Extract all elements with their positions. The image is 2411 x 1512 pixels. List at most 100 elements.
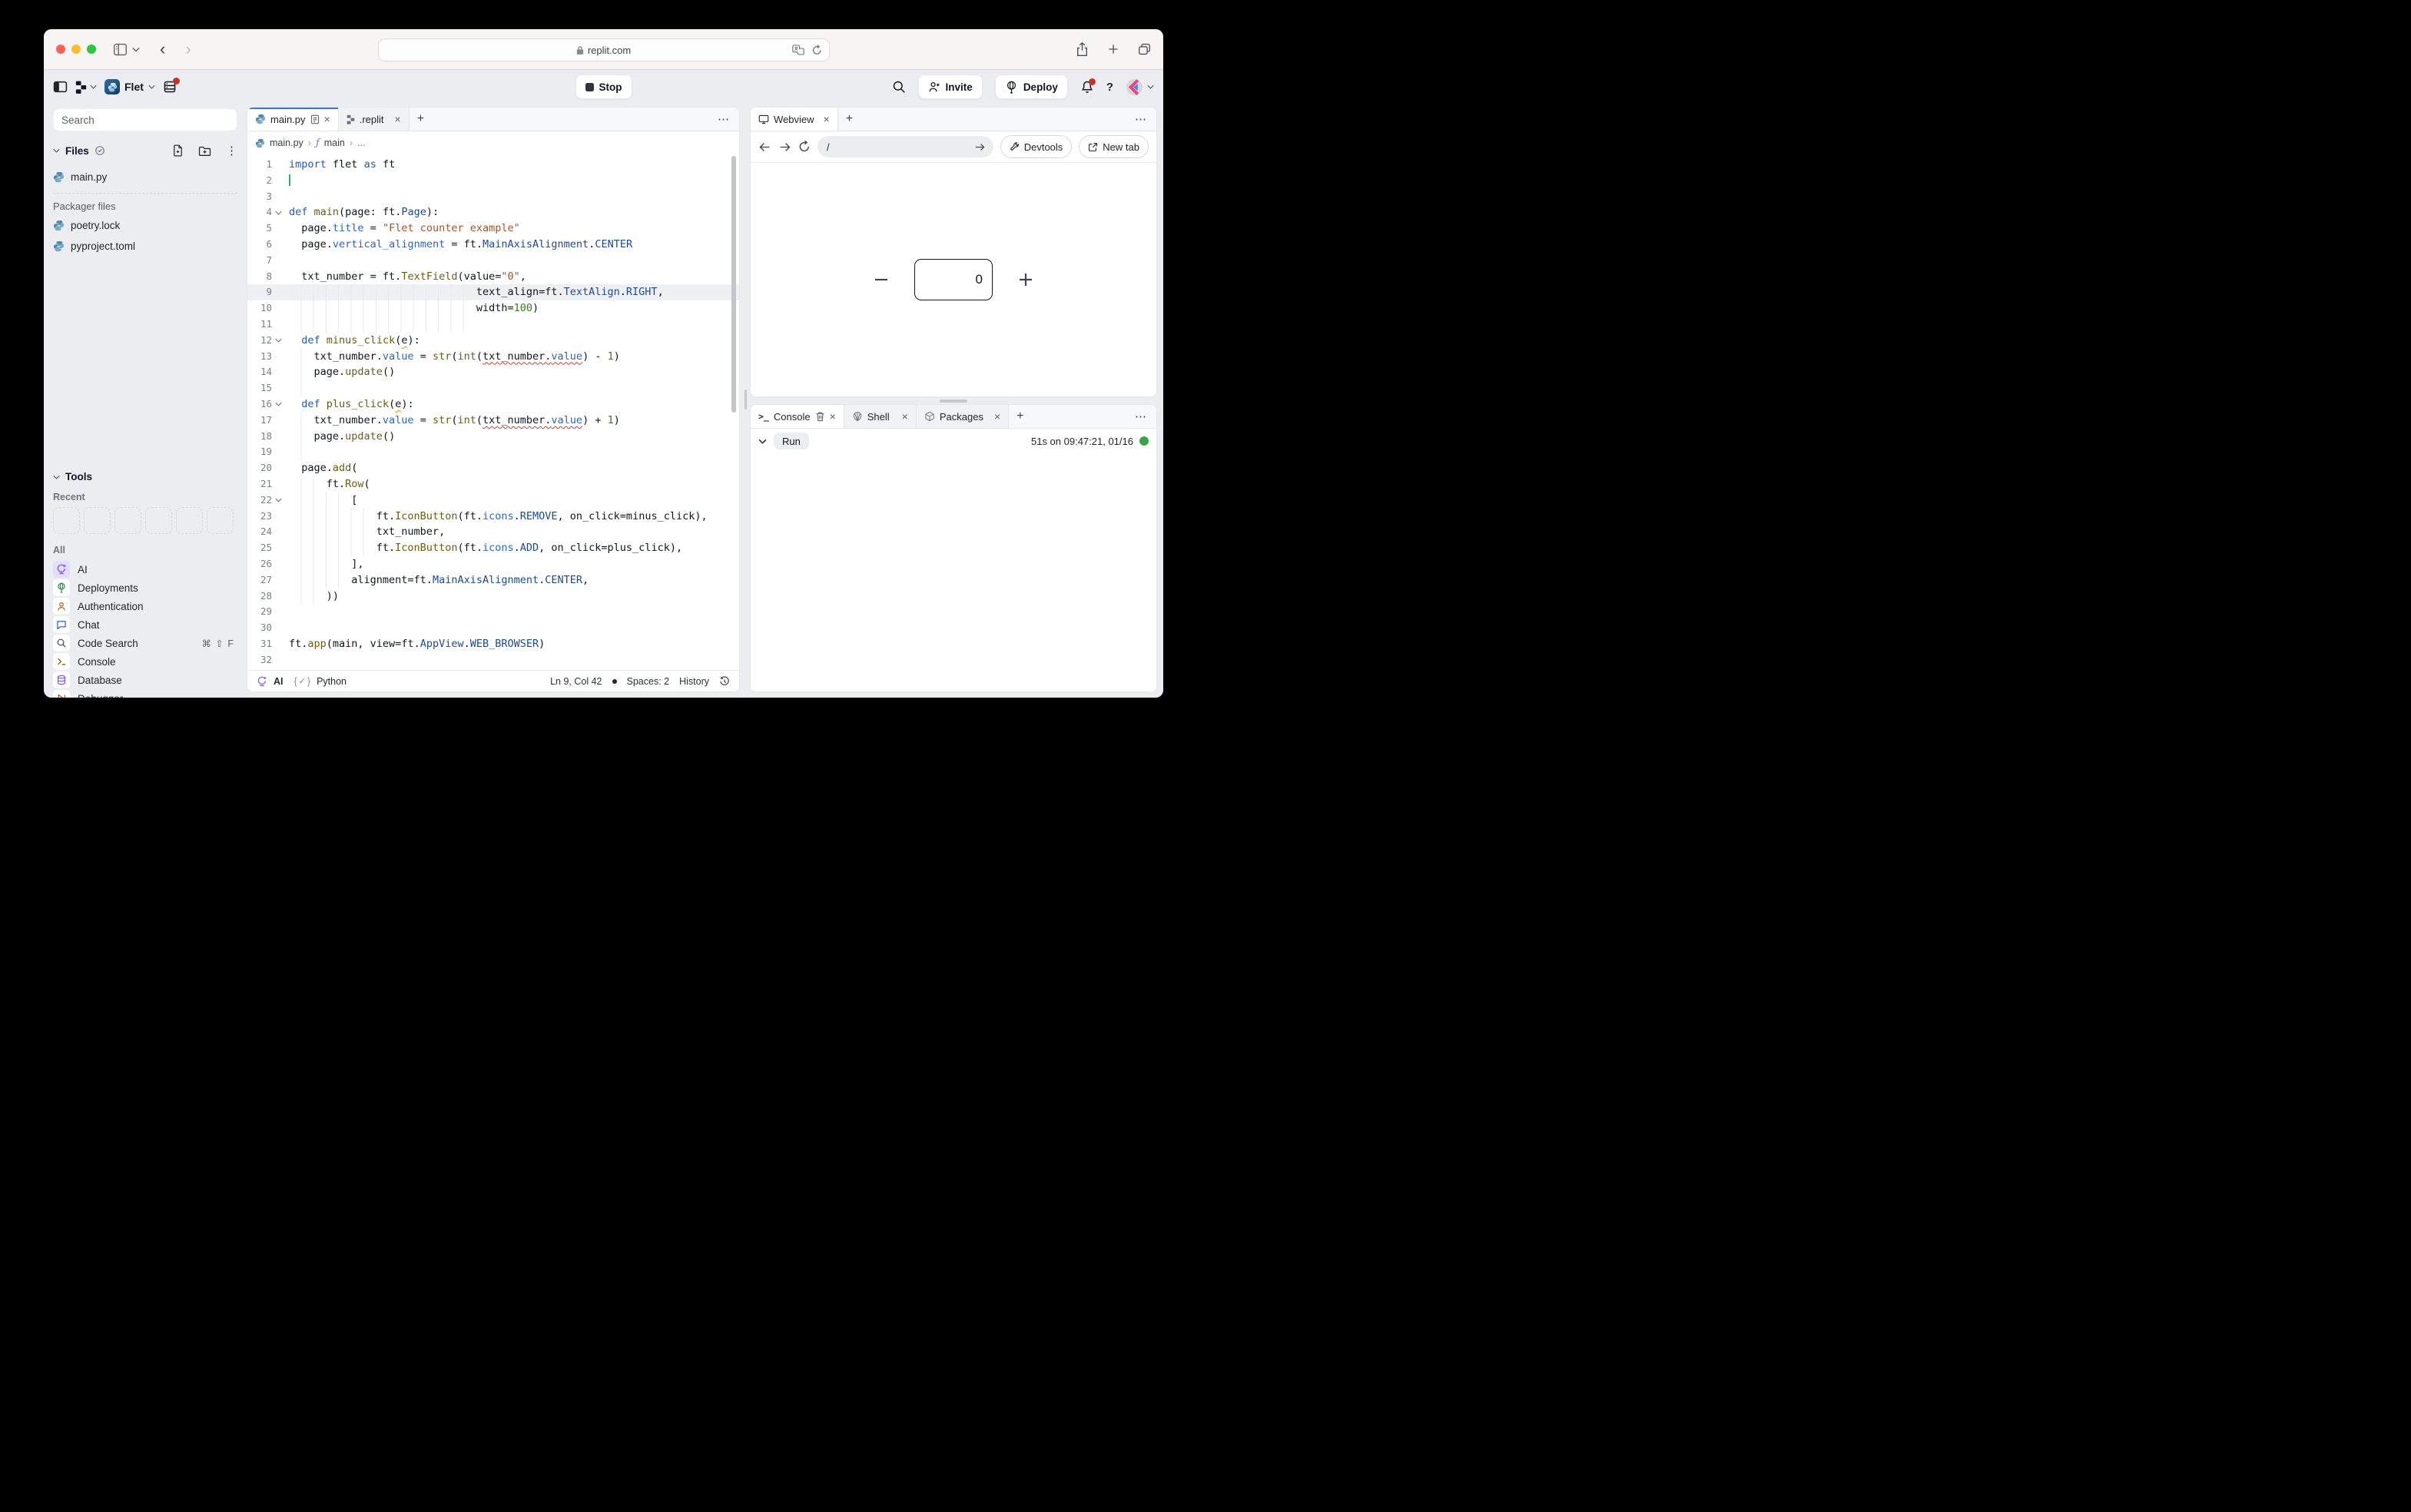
code-line-9[interactable]: 9 text_align=ft.TextAlign.RIGHT, — [247, 284, 739, 300]
code-line-18[interactable]: 18 page.update() — [247, 429, 739, 445]
run-badge[interactable]: Run — [774, 433, 809, 449]
code-line-1[interactable]: 1import flet as ft — [247, 157, 739, 173]
console-output[interactable] — [751, 453, 1156, 691]
fold-chevron-icon[interactable] — [272, 498, 284, 502]
new-webview-tab-button[interactable]: + — [838, 108, 861, 131]
code-line-19[interactable]: 19 — [247, 444, 739, 460]
breadcrumb-file[interactable]: main.py — [270, 138, 303, 148]
replit-logo[interactable] — [75, 81, 97, 94]
plus-button[interactable] — [1017, 271, 1034, 288]
search-icon[interactable] — [892, 80, 906, 94]
help-button[interactable]: ? — [1106, 81, 1113, 94]
tab-overview-icon[interactable] — [1138, 43, 1151, 55]
code-line-25[interactable]: 25 ft.IconButton(ft.icons.ADD, on_click=… — [247, 540, 739, 556]
sidebar-item-database[interactable]: Database — [53, 671, 237, 689]
check-circle-icon[interactable] — [95, 145, 105, 156]
trash-icon[interactable] — [815, 411, 825, 422]
webview-url-input[interactable]: / — [817, 136, 993, 158]
close-icon[interactable]: × — [324, 114, 330, 124]
cursor-position[interactable]: Ln 9, Col 42 — [550, 676, 602, 687]
open-in-new-tab-button[interactable]: New tab — [1079, 135, 1149, 158]
code-line-22[interactable]: 22 [ — [247, 492, 739, 509]
editor-more-icon[interactable]: ⋯ — [708, 108, 739, 131]
code-line-21[interactable]: 21 ft.Row( — [247, 476, 739, 492]
stop-button[interactable]: Stop — [575, 75, 632, 99]
breadcrumb-more[interactable]: ... — [357, 138, 365, 148]
code-line-2[interactable]: 2 — [247, 173, 739, 189]
new-console-tab-button[interactable]: + — [1009, 405, 1031, 428]
close-icon[interactable]: × — [395, 114, 401, 124]
file-item-main.py[interactable]: main.py — [53, 168, 237, 186]
close-icon[interactable]: × — [830, 411, 836, 422]
webview-reload-icon[interactable] — [798, 141, 811, 153]
ai-status-label[interactable]: AI — [274, 676, 284, 687]
close-window-button[interactable] — [56, 45, 65, 54]
code-line-10[interactable]: 10 width=100) — [247, 300, 739, 317]
tab-packages[interactable]: Packages × — [917, 405, 1009, 428]
history-button[interactable]: History — [679, 676, 709, 687]
tab-main-py[interactable]: main.py × — [247, 108, 339, 131]
tab-webview[interactable]: Webview × — [751, 108, 838, 131]
code-line-29[interactable]: 29 — [247, 604, 739, 620]
chevron-down-icon[interactable] — [132, 47, 140, 52]
code-line-30[interactable]: 30 — [247, 620, 739, 636]
account-menu[interactable] — [1126, 78, 1154, 96]
forward-button[interactable]: › — [185, 41, 191, 58]
file-item-poetry.lock[interactable]: poetry.lock — [53, 217, 237, 234]
tab-replit[interactable]: .replit × — [339, 108, 410, 131]
tab-console[interactable]: >_ Console × — [751, 405, 844, 428]
sidebar-item-debugger[interactable]: Debugger — [53, 689, 237, 698]
code-line-5[interactable]: 5 page.title = "Flet counter example" — [247, 220, 739, 237]
back-button[interactable]: ‹ — [160, 41, 165, 58]
activity-log-button[interactable] — [163, 80, 177, 94]
zoom-window-button[interactable] — [87, 45, 96, 54]
breadcrumb-symbol[interactable]: main — [324, 138, 345, 148]
fold-chevron-icon[interactable] — [272, 402, 284, 406]
new-tab-icon[interactable] — [1107, 43, 1119, 55]
tab-shell[interactable]: Shell × — [844, 405, 917, 428]
counter-field[interactable]: 0 — [914, 259, 993, 300]
new-editor-tab-button[interactable]: + — [410, 108, 432, 131]
code-editor[interactable]: 1import flet as ft234def main(page: ft.P… — [247, 153, 739, 670]
new-file-icon[interactable] — [172, 144, 184, 157]
code-line-28[interactable]: 28 )) — [247, 589, 739, 605]
tools-section-header[interactable]: Tools — [53, 471, 237, 482]
code-line-23[interactable]: 23 ft.IconButton(ft.icons.REMOVE, on_cli… — [247, 509, 739, 525]
close-icon[interactable]: × — [902, 411, 908, 422]
vertical-resize-handle[interactable] — [745, 390, 747, 410]
sidebar-item-ai[interactable]: AI — [53, 560, 237, 579]
code-line-32[interactable]: 32 — [247, 652, 739, 668]
code-line-24[interactable]: 24 txt_number, — [247, 524, 739, 540]
share-icon[interactable] — [1076, 42, 1089, 57]
horizontal-resize-handle[interactable] — [940, 400, 967, 403]
code-line-26[interactable]: 26 ], — [247, 556, 739, 572]
minus-button[interactable] — [873, 271, 890, 288]
new-folder-icon[interactable] — [198, 145, 211, 157]
code-line-12[interactable]: 12 def minus_click(e): — [247, 333, 739, 349]
code-line-14[interactable]: 14 page.update() — [247, 364, 739, 380]
code-line-20[interactable]: 20 page.add( — [247, 460, 739, 476]
code-line-3[interactable]: 3 — [247, 189, 739, 205]
code-line-15[interactable]: 15 — [247, 380, 739, 396]
code-line-27[interactable]: 27 alignment=ft.MainAxisAlignment.CENTER… — [247, 572, 739, 589]
files-menu-icon[interactable]: ⋮ — [226, 144, 237, 158]
devtools-button[interactable]: Devtools — [1000, 135, 1073, 158]
sidebar-item-code-search[interactable]: Code Search⌘ ⇧ F — [53, 634, 237, 652]
minimize-window-button[interactable] — [71, 45, 81, 54]
language-indicator[interactable]: {✓} — [294, 676, 311, 687]
webview-back-icon[interactable] — [758, 141, 771, 153]
sidebar-item-authentication[interactable]: Authentication — [53, 597, 237, 615]
sidebar-item-console[interactable]: Console — [53, 652, 237, 671]
reload-icon[interactable] — [812, 45, 822, 55]
translate-icon[interactable] — [792, 45, 804, 55]
safari-sidebar-icon[interactable] — [113, 43, 128, 56]
browser-url-bar[interactable]: replit.com — [378, 38, 830, 61]
code-line-6[interactable]: 6 page.vertical_alignment = ft.MainAxisA… — [247, 237, 739, 253]
code-line-31[interactable]: 31ft.app(main, view=ft.AppView.WEB_BROWS… — [247, 636, 739, 652]
go-arrow-icon[interactable] — [974, 142, 986, 152]
close-icon[interactable]: × — [994, 411, 1000, 422]
sidebar-item-deployments[interactable]: Deployments — [53, 579, 237, 597]
webview-forward-icon[interactable] — [778, 141, 791, 153]
project-switcher[interactable]: Flet — [104, 79, 155, 94]
console-more-icon[interactable]: ⋯ — [1126, 405, 1156, 428]
